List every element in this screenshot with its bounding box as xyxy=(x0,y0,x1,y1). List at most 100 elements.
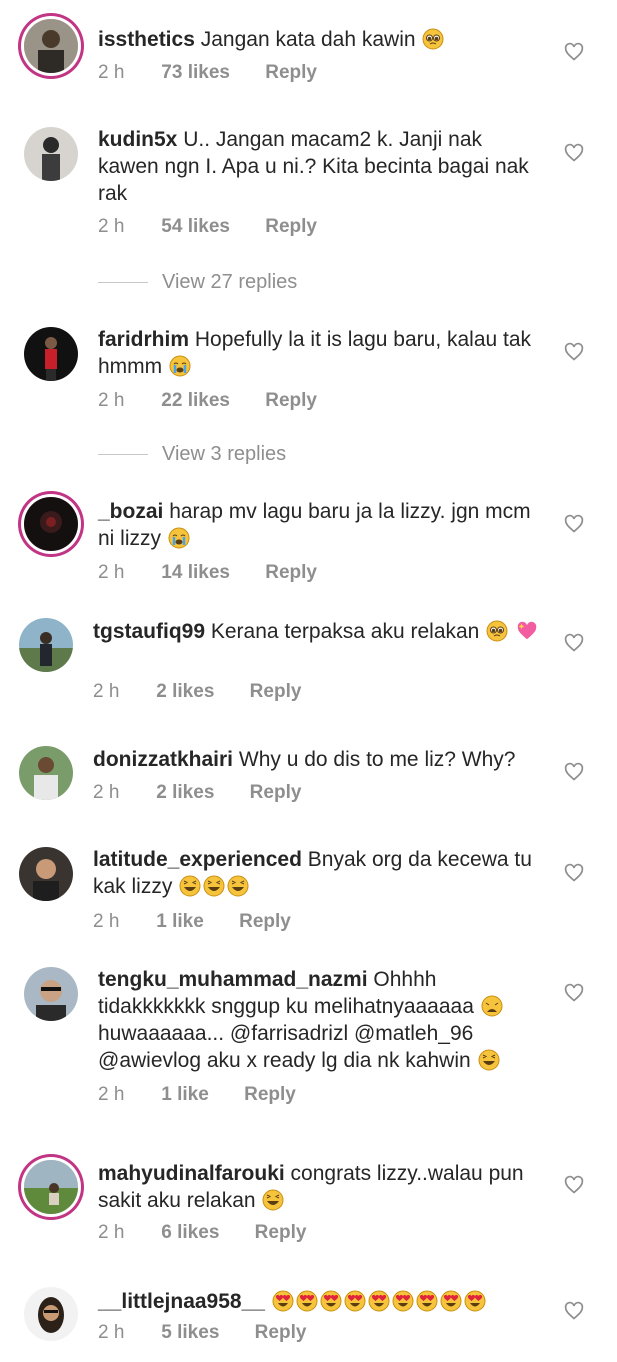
laughing-face-emoji-icon xyxy=(227,875,249,897)
comment-time: 2 h xyxy=(98,62,125,83)
heart-eyes-emoji-icon xyxy=(392,1290,414,1312)
comment-username[interactable]: mahyudinalfarouki xyxy=(98,1162,285,1185)
reply-button[interactable]: Reply xyxy=(244,1084,296,1106)
comment-username[interactable]: _bozai xyxy=(98,500,163,523)
heart-outline-icon[interactable] xyxy=(564,514,584,534)
reply-button[interactable]: Reply xyxy=(265,390,317,412)
heart-eyes-emoji-icon xyxy=(440,1290,462,1312)
laughing-face-emoji-icon xyxy=(179,875,201,897)
view-replies-button[interactable]: View 27 replies xyxy=(98,270,297,294)
comment-time: 2 h xyxy=(98,216,125,237)
avatar[interactable] xyxy=(24,127,78,181)
comment-username[interactable]: kudin5x xyxy=(98,128,177,151)
comment-text: mahyudinalfarouki congrats lizzy..walau … xyxy=(98,1160,538,1214)
comment-text: faridrhim Hopefully la it is lagu baru, … xyxy=(98,326,538,380)
comment-meta: 2 h 14 likes Reply xyxy=(98,562,317,584)
likes-count[interactable]: 2 likes xyxy=(156,782,214,804)
comment-username[interactable]: latitude_experienced xyxy=(93,848,302,871)
reply-button[interactable]: Reply xyxy=(250,782,302,804)
avatar[interactable] xyxy=(24,19,78,73)
reply-button[interactable]: Reply xyxy=(250,681,302,703)
comment-meta: 2 h 1 like Reply xyxy=(98,1084,296,1106)
comment-username[interactable]: __littlejnaa958__ xyxy=(98,1290,265,1313)
reply-button[interactable]: Reply xyxy=(265,562,317,584)
reply-button[interactable]: Reply xyxy=(255,1222,307,1244)
comment-username[interactable]: tgstaufiq99 xyxy=(93,620,205,643)
comment-time: 2 h xyxy=(93,911,120,932)
reply-button[interactable]: Reply xyxy=(265,62,317,84)
likes-count[interactable]: 14 likes xyxy=(161,562,230,584)
avatar[interactable] xyxy=(24,1287,78,1341)
comment-meta: 2 h 54 likes Reply xyxy=(98,216,317,238)
likes-count[interactable]: 73 likes xyxy=(161,62,230,84)
comment-body: harap mv lagu baru ja la lizzy. jgn mcm … xyxy=(98,500,531,550)
heart-eyes-emoji-icon xyxy=(368,1290,390,1312)
avatar[interactable] xyxy=(24,967,78,1021)
avatar[interactable] xyxy=(19,847,73,901)
heart-outline-icon[interactable] xyxy=(564,1301,584,1321)
likes-count[interactable]: 22 likes xyxy=(161,390,230,412)
avatar[interactable] xyxy=(24,327,78,381)
avatar[interactable] xyxy=(19,618,73,672)
view-replies-button[interactable]: View 3 replies xyxy=(98,442,286,466)
laughing-face-emoji-icon xyxy=(262,1189,284,1211)
comment-body-continued: huwaaaaaa... @farrisadrizl @matleh_96 @a… xyxy=(98,1022,474,1072)
heart-outline-icon[interactable] xyxy=(564,342,584,362)
comment-meta: 2 h 6 likes Reply xyxy=(98,1222,306,1244)
comment-time: 2 h xyxy=(98,1322,125,1343)
avatar[interactable] xyxy=(24,497,78,551)
comment-text: tengku_muhammad_nazmi Ohhhh tidakkkkkkk … xyxy=(98,966,538,1074)
comment-meta: 2 h 2 likes Reply xyxy=(93,782,301,804)
heart-outline-icon[interactable] xyxy=(564,762,584,782)
heart-outline-icon[interactable] xyxy=(564,42,584,62)
pleading-face-emoji-icon xyxy=(486,620,508,642)
crying-face-emoji-icon xyxy=(169,355,191,377)
comment-meta: 2 h 73 likes Reply xyxy=(98,62,317,84)
view-replies-label[interactable]: View 27 replies xyxy=(162,271,297,294)
likes-count[interactable]: 1 like xyxy=(156,911,204,933)
likes-count[interactable]: 5 likes xyxy=(161,1322,219,1344)
divider-line xyxy=(98,281,148,283)
heart-eyes-emoji-icon xyxy=(296,1290,318,1312)
avatar[interactable] xyxy=(24,1160,78,1214)
heart-eyes-emoji-icon xyxy=(320,1290,342,1312)
comment-time: 2 h xyxy=(98,1084,125,1105)
avatar[interactable] xyxy=(19,746,73,800)
comment-body: Kerana terpaksa aku relakan xyxy=(210,620,480,643)
comment-time: 2 h xyxy=(98,390,125,411)
heart-outline-icon[interactable] xyxy=(564,863,584,883)
heart-outline-icon[interactable] xyxy=(564,1175,584,1195)
comment-body: Jangan kata dah kawin xyxy=(200,28,416,51)
comment-username[interactable]: donizzatkhairi xyxy=(93,748,233,771)
comment-time: 2 h xyxy=(93,681,120,702)
comment-text: latitude_experienced Bnyak org da kecewa… xyxy=(93,846,548,900)
likes-count[interactable]: 1 like xyxy=(161,1084,209,1106)
heart-eyes-emoji-icon xyxy=(464,1290,486,1312)
comment-text: issthetics Jangan kata dah kawin xyxy=(98,26,445,53)
comment-meta: 2 h 22 likes Reply xyxy=(98,390,317,412)
likes-count[interactable]: 2 likes xyxy=(156,681,214,703)
comment-username[interactable]: tengku_muhammad_nazmi xyxy=(98,968,368,991)
comment-text: kudin5x U.. Jangan macam2 k. Janji nak k… xyxy=(98,126,538,207)
reply-button[interactable]: Reply xyxy=(239,911,291,933)
comment-meta: 2 h 2 likes Reply xyxy=(93,681,301,703)
comment-username[interactable]: faridrhim xyxy=(98,328,189,351)
reply-button[interactable]: Reply xyxy=(255,1322,307,1344)
reply-button[interactable]: Reply xyxy=(265,216,317,238)
likes-count[interactable]: 54 likes xyxy=(161,216,230,238)
pleading-face-emoji-icon xyxy=(422,28,444,50)
heart-eyes-emoji-icon xyxy=(344,1290,366,1312)
view-replies-label[interactable]: View 3 replies xyxy=(162,443,286,466)
heart-outline-icon[interactable] xyxy=(564,143,584,163)
comment-text: _bozai harap mv lagu baru ja la lizzy. j… xyxy=(98,498,538,552)
comment-meta: 2 h 1 like Reply xyxy=(93,911,291,933)
comment-time: 2 h xyxy=(98,562,125,583)
heart-outline-icon[interactable] xyxy=(564,633,584,653)
likes-count[interactable]: 6 likes xyxy=(161,1222,219,1244)
comment-username[interactable]: issthetics xyxy=(98,28,195,51)
laughing-face-emoji-icon xyxy=(478,1049,500,1071)
heart-outline-icon[interactable] xyxy=(564,983,584,1003)
crying-face-emoji-icon xyxy=(168,527,190,549)
comment-text: __littlejnaa958__ xyxy=(98,1288,487,1315)
divider-line xyxy=(98,453,148,455)
